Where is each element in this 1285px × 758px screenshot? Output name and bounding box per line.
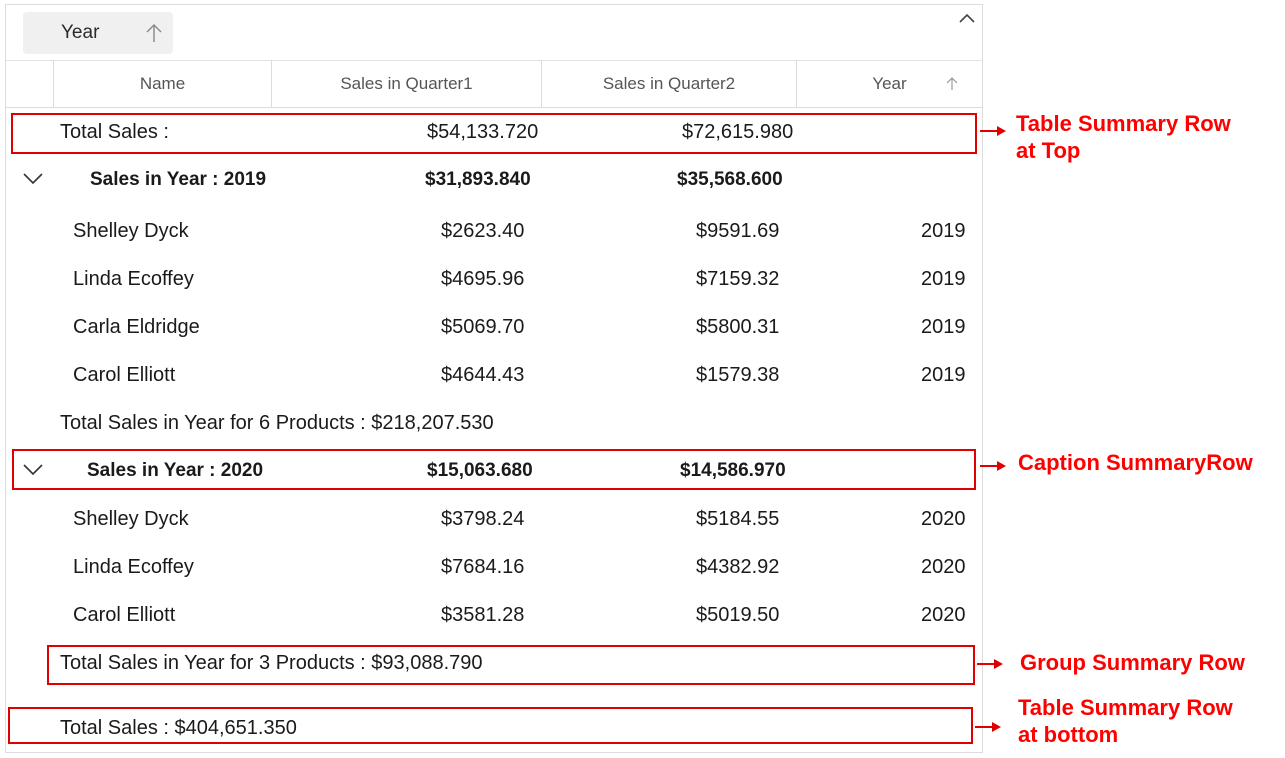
annotation-box-caption-summary — [12, 449, 976, 490]
caption-q1: $31,893.840 — [425, 169, 531, 190]
cell-q1: $4695.96 — [441, 268, 525, 290]
header-sales-q2-label: Sales in Quarter2 — [602, 73, 736, 93]
group-summary-row-2019: Total Sales in Year for 6 Products : $21… — [6, 399, 982, 447]
table-row[interactable]: Carol Elliott $4644.43 $1579.38 2019 — [6, 351, 982, 399]
cell-name: Linda Ecoffey — [73, 268, 194, 290]
annotation-table-summary-top: Table Summary Row at Top — [1016, 110, 1231, 164]
table-row[interactable]: Linda Ecoffey $7684.16 $4382.92 2020 — [6, 543, 982, 591]
header-year[interactable]: Year — [797, 60, 982, 107]
table-row[interactable]: Shelley Dyck $2623.40 $9591.69 2019 — [6, 207, 982, 255]
cell-q2: $5019.50 — [696, 604, 780, 626]
cell-q2: $9591.69 — [696, 220, 780, 242]
annotation-line: Table Summary Row — [1018, 695, 1233, 720]
header-sales-q1[interactable]: Sales in Quarter1 — [272, 60, 542, 107]
arrow-right-icon — [980, 126, 1006, 136]
annotation-box-table-summary-top — [11, 113, 977, 154]
group-chip-year[interactable]: Year — [23, 12, 173, 54]
caption-q2: $35,568.600 — [677, 169, 783, 190]
cell-name: Linda Ecoffey — [73, 556, 194, 578]
sort-ascending-icon — [946, 76, 958, 96]
sort-ascending-icon[interactable] — [145, 23, 163, 48]
cell-year: 2020 — [921, 556, 966, 578]
cell-q1: $4644.43 — [441, 364, 525, 386]
group-summary-text: Total Sales in Year for 6 Products : $21… — [60, 412, 494, 434]
cell-year: 2019 — [921, 220, 966, 242]
arrow-right-icon — [977, 659, 1003, 669]
cell-year: 2019 — [921, 316, 966, 338]
annotation-box-table-summary-bottom — [8, 707, 973, 744]
caption-summary-row-2019[interactable]: Sales in Year : 2019 $31,893.840 $35,568… — [6, 156, 982, 204]
header-name[interactable]: Name — [54, 60, 272, 107]
chevron-up-icon[interactable] — [958, 11, 976, 30]
chevron-down-icon[interactable] — [22, 170, 44, 191]
arrow-right-icon — [980, 461, 1006, 471]
group-drop-area: Year — [6, 5, 982, 61]
header-year-label: Year — [872, 73, 907, 93]
annotation-line: at bottom — [1018, 722, 1119, 747]
cell-q1: $7684.16 — [441, 556, 525, 578]
cell-q2: $5800.31 — [696, 316, 780, 338]
annotation-box-group-summary — [47, 645, 975, 685]
cell-name: Carol Elliott — [73, 364, 176, 386]
cell-q2: $7159.32 — [696, 268, 780, 290]
annotation-table-summary-bottom: Table Summary Row at bottom — [1018, 694, 1233, 748]
cell-q1: $2623.40 — [441, 220, 525, 242]
cell-name: Carol Elliott — [73, 604, 176, 626]
indent-header-cell — [6, 60, 54, 107]
annotation-group-summary: Group Summary Row — [1020, 650, 1245, 675]
cell-year: 2020 — [921, 604, 966, 626]
table-row[interactable]: Shelley Dyck $3798.24 $5184.55 2020 — [6, 495, 982, 543]
cell-q2: $1579.38 — [696, 364, 780, 386]
cell-name: Carla Eldridge — [73, 316, 200, 338]
cell-year: 2019 — [921, 364, 966, 386]
cell-q1: $3798.24 — [441, 508, 525, 530]
cell-year: 2020 — [921, 508, 966, 530]
cell-q2: $5184.55 — [696, 508, 780, 530]
table-row[interactable]: Carla Eldridge $5069.70 $5800.31 2019 — [6, 303, 982, 351]
arrow-right-icon — [975, 722, 1001, 732]
cell-name: Shelley Dyck — [73, 220, 189, 242]
group-chip-label: Year — [61, 22, 100, 43]
caption-title: Sales in Year : 2019 — [90, 169, 267, 190]
table-row[interactable]: Carol Elliott $3581.28 $5019.50 2020 — [6, 591, 982, 639]
column-header-row: Name Sales in Quarter1 Sales in Quarter2… — [6, 60, 982, 108]
cell-q2: $4382.92 — [696, 556, 780, 578]
header-name-label: Name — [139, 73, 186, 93]
cell-year: 2019 — [921, 268, 966, 290]
cell-q1: $3581.28 — [441, 604, 525, 626]
cell-q1: $5069.70 — [441, 316, 525, 338]
header-sales-q1-label: Sales in Quarter1 — [340, 73, 473, 93]
table-row[interactable]: Linda Ecoffey $4695.96 $7159.32 2019 — [6, 255, 982, 303]
annotation-line: Table Summary Row — [1016, 111, 1231, 136]
header-sales-q2[interactable]: Sales in Quarter2 — [542, 60, 797, 107]
cell-name: Shelley Dyck — [73, 508, 189, 530]
annotation-caption-summary: Caption SummaryRow — [1018, 450, 1253, 475]
annotation-line: at Top — [1016, 138, 1081, 163]
